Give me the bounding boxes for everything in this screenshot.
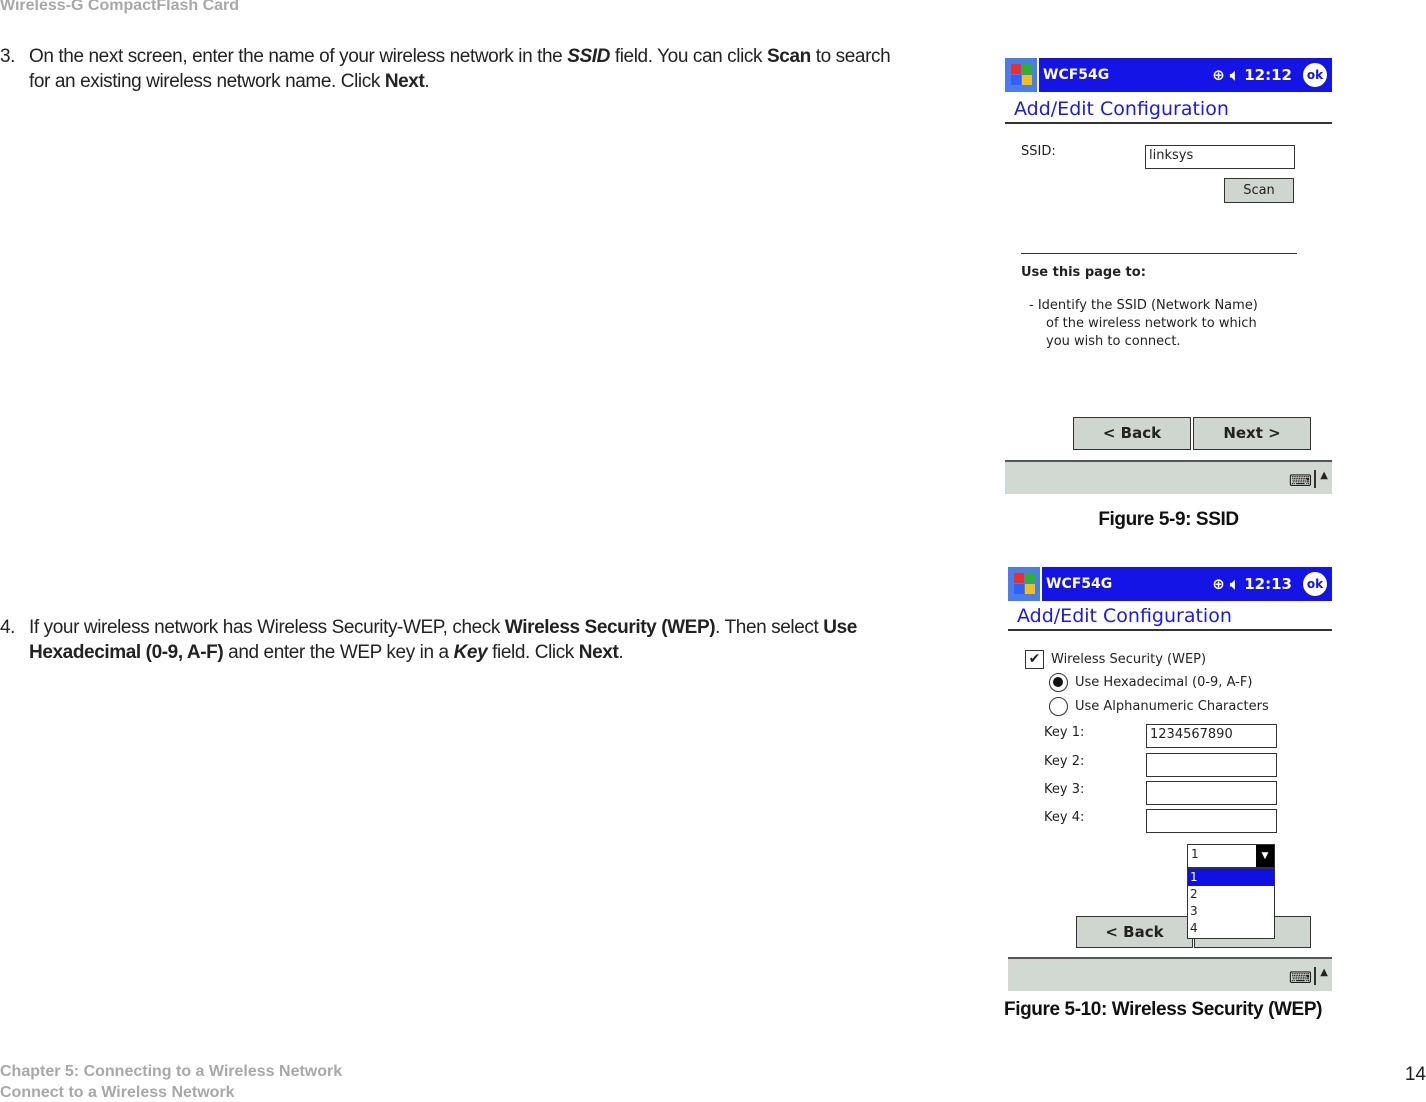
step-3: 3. On the next screen, enter the name of… [0, 44, 900, 94]
key-4-input[interactable] [1146, 809, 1277, 833]
speaker-icon[interactable]: 🔈︎ [1230, 66, 1239, 84]
figure-caption: Figure 5-9: SSID [1098, 509, 1239, 530]
clock[interactable]: 12:13 [1244, 575, 1292, 593]
figure-caption: Figure 5-10: Wireless Security (WEP) [1004, 999, 1323, 1020]
step-number: 3. [0, 46, 16, 67]
input-panel-arrow-icon[interactable]: ▲ [1314, 967, 1328, 985]
help-text: you wish to connect. [1046, 334, 1181, 349]
key-2-input[interactable] [1146, 753, 1277, 777]
page-title: Add/Edit Configuration [1017, 605, 1232, 627]
page-title: Add/Edit Configuration [1014, 98, 1229, 120]
ok-button[interactable]: ok [1303, 63, 1327, 87]
footer-chapter: Chapter 5: Connecting to a Wireless Netw… [0, 1063, 343, 1080]
next-button[interactable]: Next > [1193, 417, 1311, 450]
key-index-dropdown[interactable]: 1 ▼ [1187, 844, 1275, 868]
dropdown-option[interactable]: 4 [1188, 920, 1274, 937]
document-header: Wireless-G CompactFlash Card [0, 0, 240, 14]
title-bar: WCF54G ⊕ 🔈︎ 12:12 ok [1005, 58, 1332, 92]
checkmark-icon: ✔ [1028, 651, 1041, 667]
radio-dot-icon [1053, 677, 1063, 687]
figure-wep-screenshot: WCF54G ⊕ 🔈︎ 12:13 ok Add/Edit Configurat… [1008, 567, 1332, 991]
step-text: On the next screen, enter the name of yo… [29, 46, 891, 92]
footer-section: Connect to a Wireless Network [0, 1084, 235, 1101]
keyboard-icon[interactable]: ⌨ [1289, 471, 1312, 490]
dropdown-arrow-icon[interactable]: ▼ [1256, 845, 1274, 867]
menu-bar: ⌨ ▲ [1008, 957, 1332, 991]
ok-button[interactable]: ok [1303, 572, 1327, 596]
dropdown-option[interactable]: 1 [1188, 869, 1274, 886]
dropdown-option[interactable]: 2 [1188, 886, 1274, 903]
clock[interactable]: 12:12 [1244, 66, 1292, 84]
help-heading: Use this page to: [1021, 265, 1146, 280]
wep-label: Wireless Security (WEP) [1051, 652, 1207, 667]
windows-start-icon[interactable] [1008, 567, 1042, 601]
windows-start-icon[interactable] [1005, 58, 1039, 92]
radio-alphanumeric-label: Use Alphanumeric Characters [1075, 699, 1269, 714]
back-button[interactable]: < Back [1073, 417, 1191, 450]
dropdown-option[interactable]: 3 [1188, 903, 1274, 920]
status-area: ⊕ 🔈︎ 12:13 [1212, 575, 1292, 593]
radio-alphanumeric[interactable] [1049, 697, 1068, 716]
ssid-input[interactable]: linksys [1145, 145, 1295, 169]
connectivity-icon[interactable]: ⊕ [1212, 66, 1225, 84]
step-4: 4. If your wireless network has Wireless… [0, 615, 870, 665]
ssid-label: SSID: [1021, 144, 1056, 159]
help-text: of the wireless network to which [1046, 316, 1257, 331]
scan-button[interactable]: Scan [1224, 178, 1294, 203]
key-2-label: Key 2: [1044, 754, 1085, 769]
key-1-label: Key 1: [1044, 725, 1085, 740]
key-3-input[interactable] [1146, 781, 1277, 805]
speaker-icon[interactable]: 🔈︎ [1230, 575, 1239, 593]
key-4-label: Key 4: [1044, 810, 1085, 825]
key-3-label: Key 3: [1044, 782, 1085, 797]
radio-hex-label: Use Hexadecimal (0-9, A-F) [1075, 675, 1253, 690]
divider [1008, 629, 1332, 631]
input-panel-arrow-icon[interactable]: ▲ [1314, 470, 1328, 488]
keyboard-icon[interactable]: ⌨ [1289, 968, 1312, 987]
key-1-input[interactable]: 1234567890 [1146, 724, 1277, 748]
app-title: WCF54G [1046, 576, 1113, 592]
back-button[interactable]: < Back [1076, 916, 1193, 948]
status-area: ⊕ 🔈︎ 12:12 [1212, 66, 1292, 84]
app-title: WCF54G [1043, 67, 1110, 83]
step-text: If your wireless network has Wireless Se… [29, 617, 857, 663]
figure-ssid-screenshot: WCF54G ⊕ 🔈︎ 12:12 ok Add/Edit Configurat… [1005, 58, 1332, 495]
divider [1021, 253, 1297, 254]
wep-checkbox[interactable]: ✔ [1025, 650, 1044, 669]
step-number: 4. [0, 617, 16, 638]
radio-hex[interactable] [1049, 673, 1068, 692]
page-number: 14 [1404, 1064, 1426, 1085]
connectivity-icon[interactable]: ⊕ [1212, 575, 1225, 593]
menu-bar: ⌨ ▲ [1005, 460, 1332, 494]
dropdown-list: 1 2 3 4 [1187, 868, 1275, 939]
title-bar: WCF54G ⊕ 🔈︎ 12:13 ok [1008, 567, 1332, 601]
divider [1005, 122, 1332, 124]
help-text: - Identify the SSID (Network Name) [1029, 298, 1258, 313]
